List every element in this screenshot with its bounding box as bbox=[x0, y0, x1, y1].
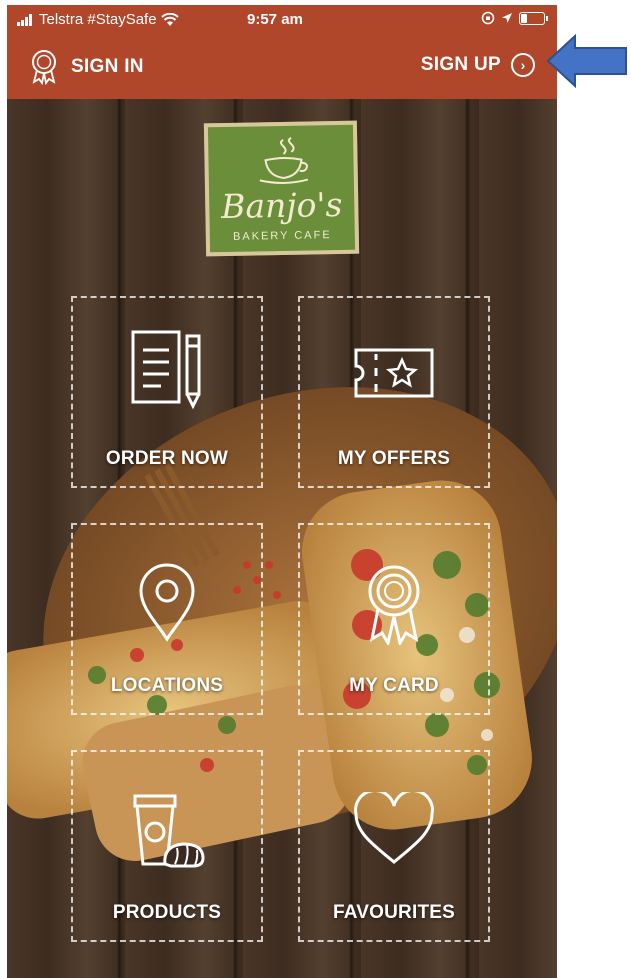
heart-icon bbox=[354, 792, 434, 864]
clock: 9:57 am bbox=[247, 11, 303, 28]
my-offers-label: MY OFFERS bbox=[337, 448, 451, 469]
coffee-cup-logo-icon bbox=[259, 136, 309, 184]
my-offers-tile[interactable]: MY OFFERS bbox=[298, 296, 490, 488]
app-screen: Telstra #StaySafe 9:57 am SIGN IN SIGN U… bbox=[7, 5, 557, 978]
carrier-label: Telstra #StaySafe bbox=[39, 11, 157, 28]
logo-name: Banjo's bbox=[220, 184, 343, 227]
banjos-logo: Banjo's BAKERY CAFE bbox=[203, 120, 360, 257]
favourites-label: FAVOURITES bbox=[333, 902, 455, 923]
sign-up-label: SIGN UP bbox=[420, 54, 501, 75]
order-notepad-icon bbox=[131, 330, 201, 410]
orientation-lock-icon bbox=[481, 11, 495, 25]
locations-tile[interactable]: LOCATIONS bbox=[71, 523, 263, 715]
sign-up-button[interactable]: SIGN UP › bbox=[421, 53, 535, 77]
coffee-pastry-icon bbox=[133, 794, 205, 868]
products-label: PRODUCTS bbox=[112, 902, 222, 923]
annotation-arrow bbox=[546, 33, 627, 89]
award-ribbon-icon bbox=[368, 565, 420, 645]
order-now-label: ORDER NOW bbox=[105, 448, 229, 469]
carrier-info: Telstra #StaySafe bbox=[17, 11, 179, 28]
system-indicators bbox=[481, 11, 548, 25]
products-tile[interactable]: PRODUCTS bbox=[71, 750, 263, 942]
ticket-star-icon bbox=[354, 348, 434, 398]
wifi-icon bbox=[160, 12, 179, 26]
locations-label: LOCATIONS bbox=[110, 675, 224, 696]
top-nav-bar: SIGN IN SIGN UP › bbox=[7, 35, 557, 99]
chevron-right-icon: › bbox=[511, 53, 535, 77]
sign-in-button[interactable]: SIGN IN bbox=[29, 49, 144, 85]
signal-icon bbox=[17, 13, 32, 26]
location-pin-icon bbox=[139, 563, 195, 642]
my-card-tile[interactable]: MY CARD bbox=[298, 523, 490, 715]
my-card-label: MY CARD bbox=[349, 675, 439, 696]
status-bar: Telstra #StaySafe 9:57 am bbox=[7, 5, 557, 35]
award-ribbon-icon bbox=[32, 50, 56, 85]
battery-icon bbox=[519, 11, 548, 25]
location-arrow-icon bbox=[502, 13, 512, 23]
logo-subtitle: BAKERY CAFE bbox=[232, 229, 332, 243]
order-now-tile[interactable]: ORDER NOW bbox=[71, 296, 263, 488]
sign-in-label: SIGN IN bbox=[71, 56, 144, 77]
favourites-tile[interactable]: FAVOURITES bbox=[298, 750, 490, 942]
